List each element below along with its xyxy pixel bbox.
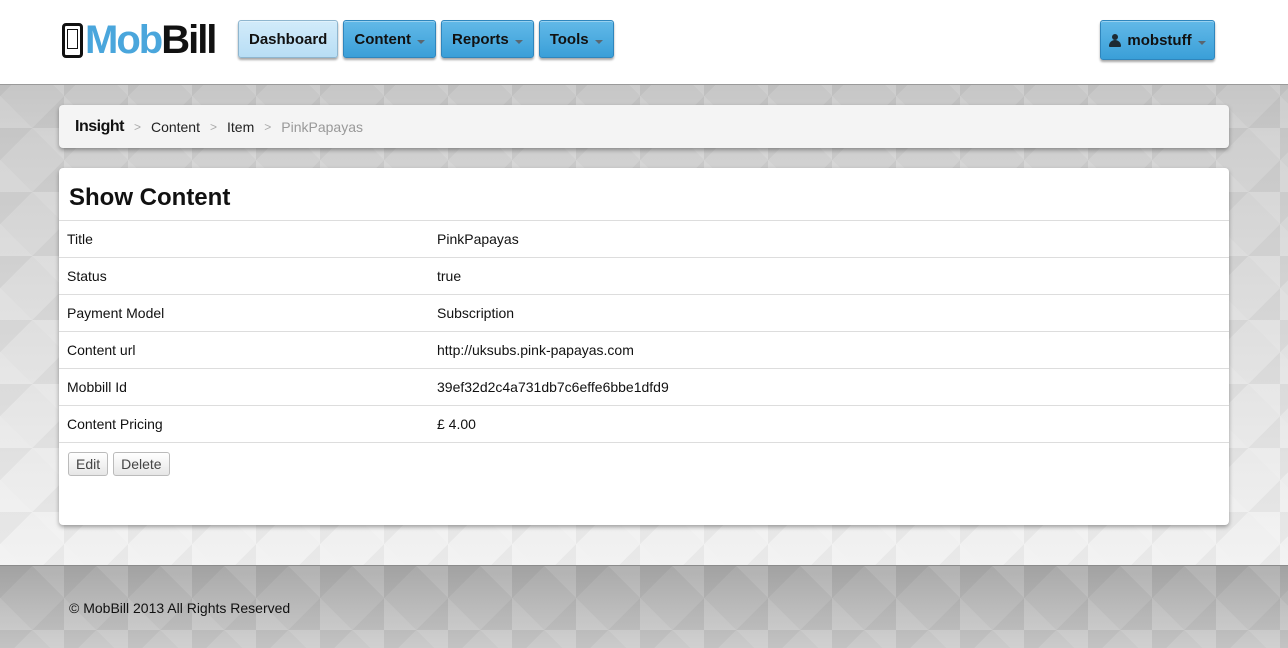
chevron-down-icon <box>1197 41 1206 45</box>
row-label: Mobbill Id <box>67 379 127 395</box>
user-menu-button[interactable]: mobstuff <box>1100 20 1215 60</box>
row-value: £ 4.00 <box>437 416 476 432</box>
chevron-down-icon <box>417 40 426 44</box>
logo-text-bill: Bill <box>161 18 217 62</box>
row-value: 39ef32d2c4a731db7c6effe6bbe1dfd9 <box>437 379 669 395</box>
nav-content-button[interactable]: Content <box>343 20 437 58</box>
edit-button[interactable]: Edit <box>68 452 109 476</box>
page-footer: © MobBill 2013 All Rights Reserved <box>0 565 1288 648</box>
nav-tools-label: Tools <box>549 30 589 48</box>
breadcrumb-brand-insight[interactable]: Insight <box>75 118 124 136</box>
chevron-down-icon <box>514 40 523 44</box>
table-row: Payment Model Subscription <box>59 294 1229 332</box>
delete-button[interactable]: Delete <box>113 452 170 476</box>
row-label: Title <box>67 231 93 247</box>
table-row: Content Pricing £ 4.00 <box>59 405 1229 443</box>
breadcrumb-separator: > <box>264 119 272 134</box>
show-content-panel: Show Content Title PinkPapayas Status tr… <box>59 168 1229 525</box>
phone-icon <box>62 22 83 58</box>
table-row: Content url http://uksubs.pink-papayas.c… <box>59 331 1229 369</box>
row-label: Payment Model <box>67 305 165 321</box>
actions-bar: Edit Delete <box>68 452 170 476</box>
nav-dashboard-label: Dashboard <box>249 30 328 48</box>
breadcrumb-current: PinkPapayas <box>281 118 363 135</box>
row-label: Status <box>67 268 107 284</box>
copyright-text: © MobBill 2013 All Rights Reserved <box>69 600 291 616</box>
breadcrumb: Insight > Content > Item > PinkPapayas <box>59 105 1229 148</box>
breadcrumb-item-item[interactable]: Item <box>227 119 254 135</box>
page-title: Show Content <box>69 184 231 211</box>
mobbill-logo[interactable]: Mob Bill <box>62 18 217 62</box>
row-label: Content Pricing <box>67 416 163 432</box>
nav-reports-button[interactable]: Reports <box>441 20 534 58</box>
user-name: mobstuff <box>1127 31 1192 49</box>
nav-content-label: Content <box>354 30 412 48</box>
main-nav: Dashboard Content Reports Tools <box>238 20 614 58</box>
user-icon <box>1109 33 1122 47</box>
top-navbar: Mob Bill Dashboard Content Reports Tools… <box>0 0 1288 85</box>
row-value: http://uksubs.pink-papayas.com <box>437 342 634 358</box>
content-details-table: Title PinkPapayas Status true Payment Mo… <box>59 220 1229 443</box>
breadcrumb-separator: > <box>133 119 141 134</box>
nav-dashboard-button[interactable]: Dashboard <box>238 20 339 58</box>
nav-tools-button[interactable]: Tools <box>538 20 614 58</box>
row-value: true <box>437 268 462 284</box>
chevron-down-icon <box>594 40 603 44</box>
table-row: Title PinkPapayas <box>59 220 1229 258</box>
row-label: Content url <box>67 342 136 358</box>
nav-reports-label: Reports <box>452 30 509 48</box>
table-row: Mobbill Id 39ef32d2c4a731db7c6effe6bbe1d… <box>59 368 1229 406</box>
breadcrumb-separator: > <box>210 119 218 134</box>
row-value: PinkPapayas <box>437 231 519 247</box>
breadcrumb-item-content[interactable]: Content <box>151 119 200 135</box>
logo-text-mob: Mob <box>85 18 163 62</box>
table-row: Status true <box>59 257 1229 295</box>
row-value: Subscription <box>437 305 515 321</box>
